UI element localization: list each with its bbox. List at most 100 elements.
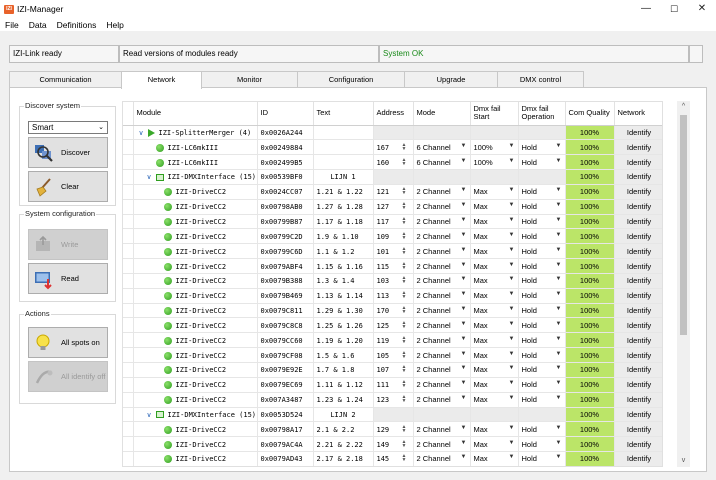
dmx-fail-start-cell[interactable]: Max ▼: [470, 243, 519, 260]
module-cell[interactable]: IZI-DriveCC2: [133, 214, 258, 230]
row-header[interactable]: [123, 451, 134, 466]
identify-button[interactable]: Identify: [614, 258, 662, 274]
address-cell[interactable]: 113 ▲ ▼: [373, 288, 414, 304]
text-cell[interactable]: 1.11 & 1.12: [313, 377, 374, 393]
table-row[interactable]: IZI-DriveCC2 0x0079AC4A 2.21 & 2.22 149 ▲ ▼ 2 …: [123, 436, 662, 453]
text-cell[interactable]: 2.1 & 2.2: [313, 421, 374, 438]
dmx-fail-start-cell[interactable]: Max ▼: [470, 332, 519, 349]
mode-cell[interactable]: 2 Channel ▼: [413, 303, 471, 319]
column-header-id[interactable]: ID: [257, 102, 314, 126]
address-spinner-icon[interactable]: ▲ ▼: [401, 187, 408, 196]
table-row[interactable]: IZI-DriveCC2 0x007A3487 1.23 & 1.24 123 ▲ ▼ 2 …: [123, 392, 662, 408]
address-spinner-icon[interactable]: ▲ ▼: [401, 320, 408, 329]
dmx-fail-operation-cell[interactable]: [518, 407, 566, 423]
expand-chevron-icon[interactable]: ∨: [147, 411, 156, 419]
address-cell[interactable]: 129 ▲ ▼: [373, 421, 414, 438]
id-cell[interactable]: 0x00249884: [257, 139, 314, 156]
dmx-fail-operation-cell[interactable]: Hold ▼: [518, 421, 566, 438]
address-spinner-icon[interactable]: ▲ ▼: [401, 335, 408, 344]
row-header[interactable]: [123, 199, 134, 215]
text-cell[interactable]: 1.1 & 1.2: [313, 243, 374, 260]
dmx-fail-operation-cell[interactable]: Hold ▼: [518, 214, 566, 230]
text-cell[interactable]: [313, 139, 374, 156]
read-button[interactable]: Read: [28, 263, 108, 294]
address-cell[interactable]: 119 ▲ ▼: [373, 332, 414, 349]
dmx-fail-start-cell[interactable]: Max ▼: [470, 214, 519, 230]
table-row[interactable]: IZI-DriveCC2 0x00799B87 1.17 & 1.18 117 ▲ ▼ 2 …: [123, 214, 662, 230]
text-cell[interactable]: LIJN 1: [313, 169, 374, 185]
row-header[interactable]: [123, 317, 134, 334]
dmx-fail-start-cell[interactable]: Max ▼: [470, 258, 519, 274]
table-row[interactable]: ∨ IZI-DMXInterface (15) 0x0053D524 LIJN 2 10…: [123, 407, 662, 423]
module-cell[interactable]: IZI-DriveCC2: [133, 392, 258, 408]
mode-cell[interactable]: [413, 169, 471, 185]
address-spinner-icon[interactable]: ▲ ▼: [401, 439, 408, 448]
module-cell[interactable]: IZI-DriveCC2: [133, 228, 258, 245]
address-cell[interactable]: 149 ▲ ▼: [373, 436, 414, 453]
dmx-fail-start-cell[interactable]: Max ▼: [470, 421, 519, 438]
id-cell[interactable]: 0x0079AD43: [257, 451, 314, 466]
module-cell[interactable]: IZI-DriveCC2: [133, 347, 258, 363]
address-spinner-icon[interactable]: ▲ ▼: [401, 157, 408, 166]
tab-communication[interactable]: Communication: [9, 71, 122, 88]
write-button[interactable]: Write: [28, 229, 108, 260]
address-cell[interactable]: 121 ▲ ▼: [373, 184, 414, 200]
row-header[interactable]: [123, 407, 134, 423]
identify-button[interactable]: Identify: [614, 214, 662, 230]
dmx-fail-operation-cell[interactable]: Hold ▼: [518, 436, 566, 453]
text-cell[interactable]: 1.29 & 1.30: [313, 303, 374, 319]
dmx-fail-operation-cell[interactable]: Hold ▼: [518, 243, 566, 260]
dmx-fail-operation-cell[interactable]: Hold ▼: [518, 317, 566, 334]
dmx-fail-operation-cell[interactable]: Hold ▼: [518, 273, 566, 289]
address-cell[interactable]: 170 ▲ ▼: [373, 303, 414, 319]
dmx-fail-operation-cell[interactable]: Hold ▼: [518, 392, 566, 408]
module-cell[interactable]: IZI-DriveCC2: [133, 421, 258, 438]
dmx-fail-start-cell[interactable]: Max ▼: [470, 228, 519, 245]
row-header[interactable]: [123, 169, 134, 185]
row-header[interactable]: [123, 392, 134, 408]
address-cell[interactable]: 117 ▲ ▼: [373, 214, 414, 230]
mode-cell[interactable]: [413, 407, 471, 423]
tab-upgrade[interactable]: Upgrade: [404, 71, 498, 88]
table-row[interactable]: IZI-LC6mkIII 0x002499B5 160 ▲ ▼ 6 Channel ▼ 100…: [123, 154, 662, 171]
mode-cell[interactable]: 2 Channel ▼: [413, 347, 471, 363]
table-row[interactable]: IZI-DriveCC2 0x00798A17 2.1 & 2.2 129 ▲ ▼ 2 Ch…: [123, 421, 662, 438]
module-cell[interactable]: IZI-DriveCC2: [133, 377, 258, 393]
module-cell[interactable]: IZI-LC6mkIII: [133, 139, 258, 156]
text-cell[interactable]: 1.7 & 1.8: [313, 362, 374, 378]
address-cell[interactable]: 101 ▲ ▼: [373, 243, 414, 260]
table-row[interactable]: IZI-DriveCC2 0x0079B469 1.13 & 1.14 113 ▲ ▼ 2 …: [123, 288, 662, 304]
address-cell[interactable]: 167 ▲ ▼: [373, 139, 414, 156]
module-cell[interactable]: IZI-DriveCC2: [133, 184, 258, 200]
id-cell[interactable]: 0x0053D524: [257, 407, 314, 423]
menu-help[interactable]: Help: [101, 20, 128, 30]
text-cell[interactable]: 1.21 & 1.22: [313, 184, 374, 200]
table-row[interactable]: IZI-DriveCC2 0x00798AB0 1.27 & 1.28 127 ▲ ▼ 2 …: [123, 199, 662, 215]
id-cell[interactable]: 0x00799C2D: [257, 228, 314, 245]
text-cell[interactable]: LIJN 2: [313, 407, 374, 423]
row-header[interactable]: [123, 154, 134, 171]
text-cell[interactable]: [313, 125, 374, 141]
text-cell[interactable]: 2.21 & 2.22: [313, 436, 374, 453]
identify-button[interactable]: Identify: [614, 332, 662, 349]
table-row[interactable]: IZI-DriveCC2 0x0079B388 1.3 & 1.4 103 ▲ ▼ 2 Ch…: [123, 273, 662, 289]
row-header[interactable]: [123, 125, 134, 141]
text-cell[interactable]: 1.13 & 1.14: [313, 288, 374, 304]
text-cell[interactable]: 1.9 & 1.10: [313, 228, 374, 245]
dmx-fail-start-cell[interactable]: Max ▼: [470, 303, 519, 319]
text-cell[interactable]: 2.17 & 2.18: [313, 451, 374, 466]
table-row[interactable]: IZI-DriveCC2 0x0024CC07 1.21 & 1.22 121 ▲ ▼ 2 …: [123, 184, 662, 200]
text-cell[interactable]: 1.5 & 1.6: [313, 347, 374, 363]
identify-button[interactable]: Identify: [614, 288, 662, 304]
address-cell[interactable]: 103 ▲ ▼: [373, 273, 414, 289]
mode-cell[interactable]: 2 Channel ▼: [413, 288, 471, 304]
address-spinner-icon[interactable]: ▲ ▼: [401, 246, 408, 255]
text-cell[interactable]: 1.3 & 1.4: [313, 273, 374, 289]
row-header[interactable]: [123, 347, 134, 363]
identify-button[interactable]: Identify: [614, 347, 662, 363]
id-cell[interactable]: 0x002499B5: [257, 154, 314, 171]
menu-data[interactable]: Data: [24, 20, 52, 30]
column-header-module[interactable]: Module: [133, 102, 258, 126]
id-cell[interactable]: 0x0079E92E: [257, 362, 314, 378]
dmx-fail-operation-cell[interactable]: Hold ▼: [518, 139, 566, 156]
